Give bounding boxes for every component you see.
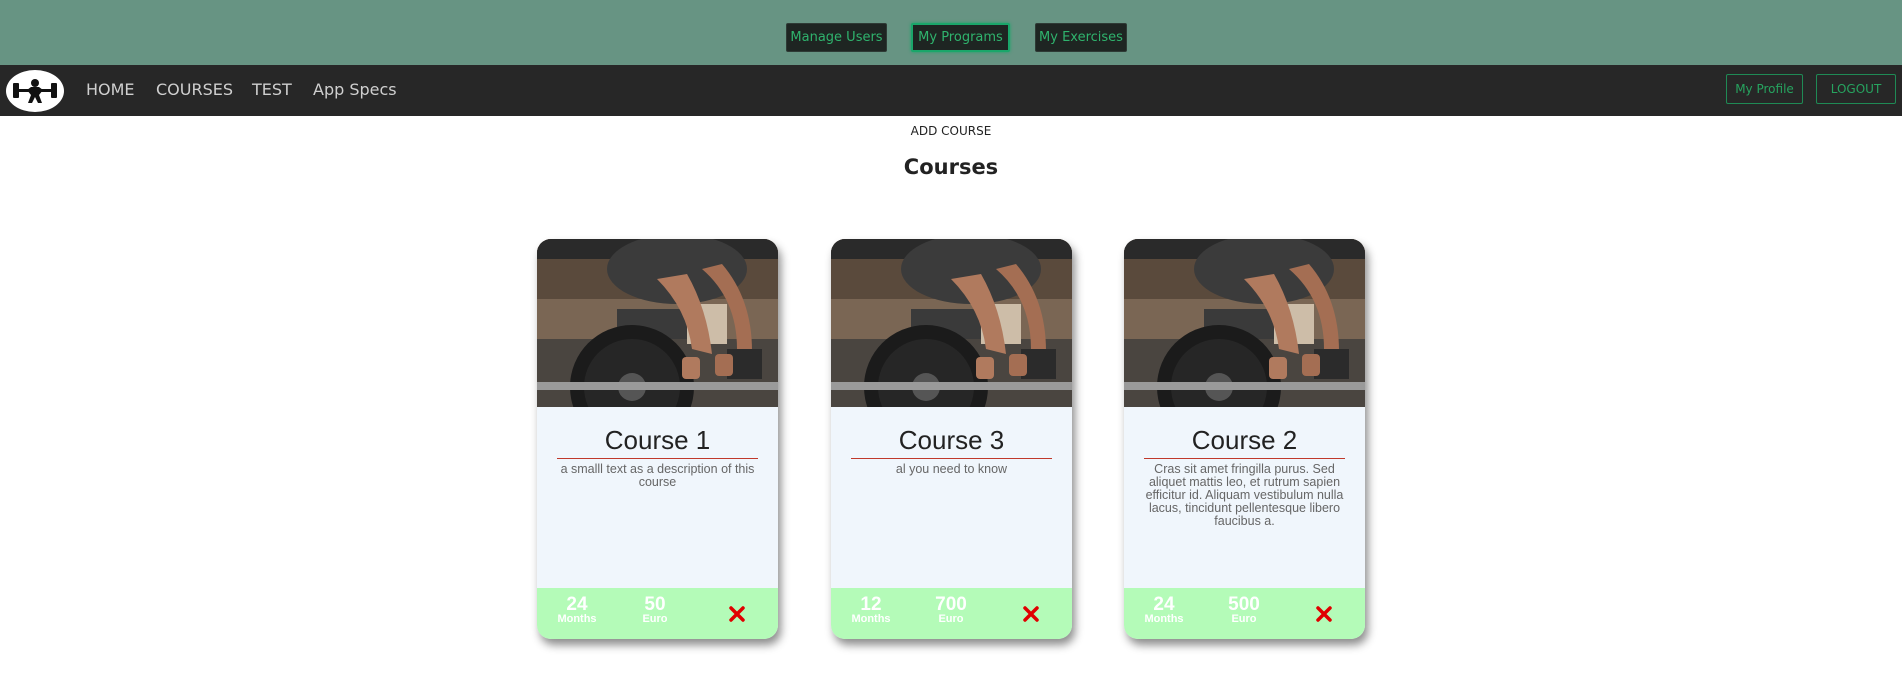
my-exercises-button[interactable]: My Exercises [1035,23,1127,52]
delete-icon[interactable] [1315,605,1333,623]
course-image [831,239,1072,407]
title-divider [557,458,758,459]
delete-icon[interactable] [1022,605,1040,623]
course-title: Course 1 [604,425,711,455]
course-title: Course 2 [1191,425,1298,455]
weightlifter-logo-icon[interactable] [6,70,64,112]
price-value: 700 [935,594,967,615]
logout-button[interactable]: LOGOUT [1816,74,1896,104]
my-profile-button[interactable]: My Profile [1726,74,1803,104]
my-programs-button[interactable]: My Programs [911,23,1010,52]
course-card-footer: 12 Months 700 Euro [831,588,1072,639]
course-card-footer: 24 Months 50 Euro [537,588,778,639]
course-card-body: Course 2 Cras sit amet fringilla purus. … [1124,407,1365,587]
duration-value: 24 [566,594,588,615]
course-image [537,239,778,407]
course-card-footer: 24 Months 500 Euro [1124,588,1365,639]
page-title: Courses [903,155,999,179]
admin-toolbar: Manage Users My Programs My Exercises [0,0,1902,65]
course-description: al you need to know [895,462,1008,476]
course-description: a smalll text as a description of this c… [560,462,755,489]
title-divider [1144,458,1345,459]
course-title: Course 3 [898,425,1005,455]
price-unit: Euro [938,613,964,625]
price-value: 50 [644,594,666,615]
course-card[interactable]: Course 1 a smalll text as a description … [537,239,778,639]
course-card[interactable]: Course 3 al you need to know 12 Months 7… [831,239,1072,639]
nav-home-link[interactable]: HOME [86,80,135,99]
duration-value: 12 [860,594,882,615]
duration-unit: Months [851,613,891,625]
course-price: 50 Euro [625,594,685,625]
manage-users-button[interactable]: Manage Users [786,23,887,52]
course-price: 700 Euro [921,594,981,625]
course-duration: 24 Months [1134,594,1194,625]
duration-unit: Months [1144,613,1184,625]
duration-value: 24 [1153,594,1175,615]
nav-app-specs-link[interactable]: App Specs [313,80,397,99]
main-navbar: HOME COURSES TEST App Specs My Profile L… [0,65,1902,116]
course-card-body: Course 1 a smalll text as a description … [537,407,778,587]
price-unit: Euro [642,613,668,625]
course-card-body: Course 3 al you need to know [831,407,1072,587]
course-description: Cras sit amet fringilla purus. Sed aliqu… [1145,462,1344,528]
course-price: 500 Euro [1214,594,1274,625]
title-divider [851,458,1052,459]
course-duration: 12 Months [841,594,901,625]
course-card[interactable]: Course 2 Cras sit amet fringilla purus. … [1124,239,1365,639]
nav-test-link[interactable]: TEST [252,80,292,99]
delete-icon[interactable] [728,605,746,623]
add-course-link[interactable]: ADD COURSE [0,124,1902,138]
nav-courses-link[interactable]: COURSES [156,80,233,99]
duration-unit: Months [557,613,597,625]
price-value: 500 [1228,594,1260,615]
course-duration: 24 Months [547,594,607,625]
price-unit: Euro [1231,613,1257,625]
course-image [1124,239,1365,407]
